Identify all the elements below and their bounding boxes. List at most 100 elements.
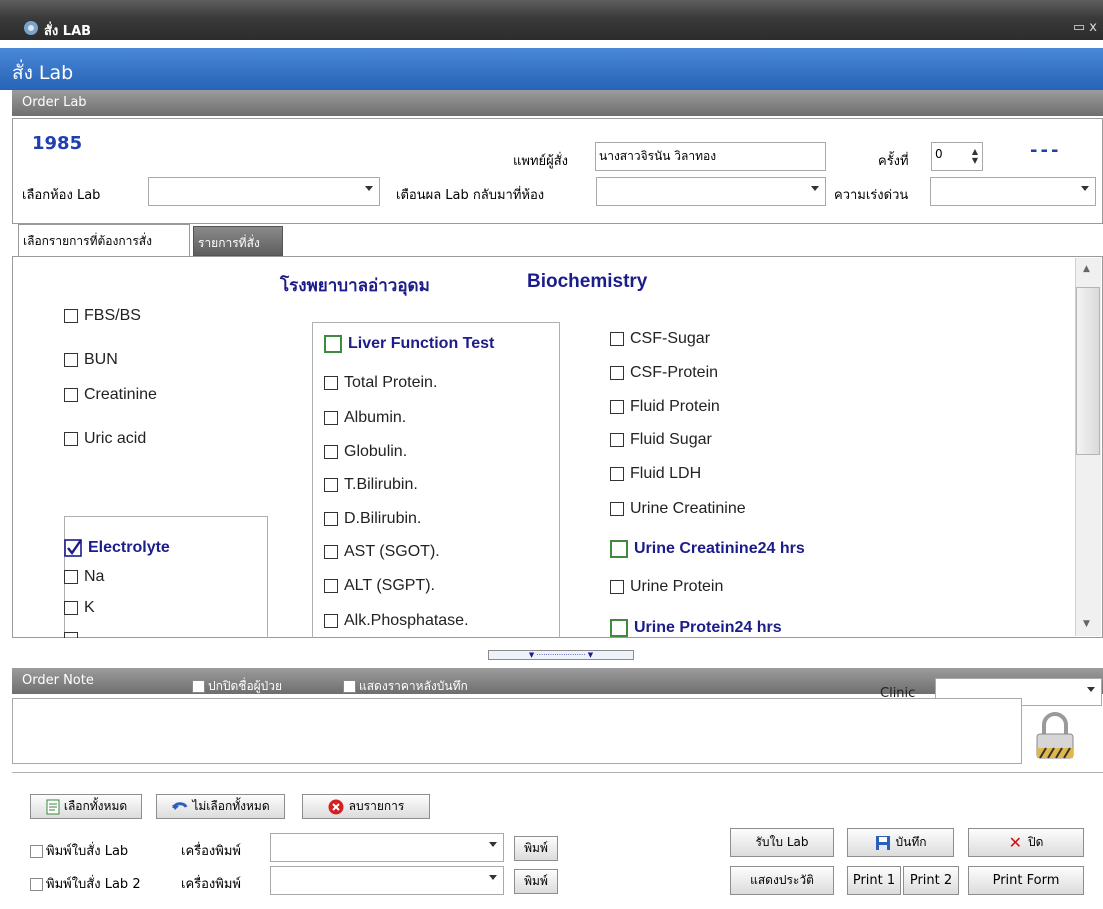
lab-checkbox-bun[interactable]: BUN [64,351,118,369]
checkbox-icon [64,309,78,323]
receive-lab-button[interactable]: รับใบ Lab [730,828,834,857]
lab-checkbox-uric-acid[interactable]: Uric acid [64,430,146,448]
scrollbar-thumb[interactable] [1076,287,1100,455]
lab-checkbox-csf-sugar[interactable]: CSF-Sugar [610,330,710,348]
printer-select-1[interactable] [270,833,504,862]
lab-checkbox-total-protein[interactable]: Total Protein. [324,374,437,392]
show-price-label: แสดงราคาหลังบันทึก [359,679,468,693]
scroll-up-icon[interactable]: ▲ [1083,264,1090,274]
printer-label: เครื่องพิมพ์ [181,844,241,859]
lab-checkbox-fluid-sugar[interactable]: Fluid Sugar [610,431,712,449]
urgency-label: ความเร่งด่วน [834,188,909,203]
lab-checkbox-d-bilirubin[interactable]: D.Bilirubin. [324,510,421,528]
print-form-button[interactable]: Print Form [968,866,1084,895]
save-button[interactable]: บันทึก [847,828,954,857]
checkbox-icon [324,579,338,593]
print-button-2[interactable]: พิมพ์ [514,869,558,894]
lab-checkbox-csf-protein[interactable]: CSF-Protein [610,364,718,382]
hide-name-label: ปกปิดชื่อผู้ป่วย [208,679,283,693]
doctor-field[interactable]: นางสาวจิรนัน วิลาทอง [595,142,826,171]
lab-checkbox-k[interactable]: K [64,599,95,617]
print-button-1[interactable]: พิมพ์ [514,836,558,861]
checkbox-icon [64,601,78,615]
deselect-all-button[interactable]: ไม่เลือกทั้งหมด [156,794,285,819]
lab-checkbox-urine-creatinine[interactable]: Urine Creatinine [610,500,746,518]
window-controls[interactable]: ▭ x [1073,20,1097,35]
printer-select-2[interactable] [270,866,504,895]
liver-header-checkbox[interactable]: Liver Function Test [324,335,494,353]
checkbox-icon [64,570,78,584]
order-lab-title: Order Lab [22,95,87,110]
checkbox-icon [64,388,78,402]
print1-button[interactable]: Print 1 [847,866,901,895]
partial-checkbox-icon [64,632,78,638]
print-lab2-checkbox[interactable]: พิมพ์ใบสั่ง Lab 2 [30,873,141,894]
electrolyte-header-checkbox[interactable]: Electrolyte [64,538,170,558]
lock-icon[interactable] [1032,710,1078,762]
lab-checkbox-urine-protein[interactable]: Urine Protein [610,578,723,596]
divider [12,772,1103,773]
lab-room-select[interactable] [148,177,380,206]
window-titlebar: สั่ง LAB ▭ x [0,0,1103,40]
lab-label: ALT (SGPT). [344,577,435,594]
tab-ordered-items[interactable]: รายการที่สั่ง [193,226,283,256]
checkbox-icon [610,433,624,447]
chevron-down-icon [1081,186,1089,191]
checked-box-icon [64,539,82,557]
lab-label: Urine Creatinine [630,500,746,517]
select-all-button[interactable]: เลือกทั้งหมด [30,794,142,819]
lab-label: Total Protein. [344,374,438,391]
show-history-button[interactable]: แสดงประวัติ [730,866,834,895]
lab-label: Na [84,568,105,585]
undo-arrow-icon [172,801,188,810]
hide-name-checkbox[interactable]: ปกปิดชื่อผู้ป่วย [192,677,282,696]
order-number: 1985 [32,133,83,154]
notify-select[interactable] [596,177,826,206]
lab-checkbox-fbs[interactable]: FBS/BS [64,307,141,325]
lab-checkbox-alt[interactable]: ALT (SGPT). [324,577,435,595]
urine-protein-24-checkbox[interactable]: Urine Protein24 hrs [610,619,782,637]
lab-label: K [84,599,95,616]
spinner-arrows-icon[interactable]: ▲ ▼ [972,147,978,165]
lab-checkbox-na[interactable]: Na [64,568,104,586]
lab-checkbox-alk-phosphatase[interactable]: Alk.Phosphatase. [324,612,469,630]
lab-checkbox-fluid-ldh[interactable]: Fluid LDH [610,465,701,483]
lab-checkbox-fluid-protein[interactable]: Fluid Protein [610,398,720,416]
print2-button[interactable]: Print 2 [903,866,959,895]
lab-checkbox-globulin[interactable]: Globulin. [324,443,407,461]
lab-checkbox-t-bilirubin[interactable]: T.Bilirubin. [324,476,418,494]
window-title: สั่ง LAB [44,24,92,39]
app-icon [24,21,38,35]
show-price-checkbox[interactable]: แสดงราคาหลังบันทึก [343,677,468,696]
lab-label: Uric acid [84,430,147,447]
lab-checkbox-creatinine[interactable]: Creatinine [64,386,157,404]
print-lab-checkbox[interactable]: พิมพ์ใบสั่ง Lab [30,840,128,861]
checkbox-icon [343,680,356,693]
print-lab-label: พิมพ์ใบสั่ง Lab [46,844,129,859]
urgency-select[interactable] [930,177,1096,206]
document-icon [46,799,60,814]
urine-creatinine-24-checkbox[interactable]: Urine Creatinine24 hrs [610,540,805,558]
lab-label: T.Bilirubin. [344,476,418,493]
times-value: 0 [935,147,943,161]
checkbox-icon [610,619,628,637]
tab-select-items[interactable]: เลือกรายการที่ต้องการสั่ง [18,224,190,256]
lab-checkbox-ast[interactable]: AST (SGOT). [324,543,440,561]
splitter-handle[interactable]: ▼ ······················ ▼ [488,650,634,660]
checkbox-icon [324,411,338,425]
notify-label: เตือนผล Lab กลับมาที่ห้อง [396,188,545,203]
lab-label: AST (SGOT). [344,543,440,560]
delete-x-icon [328,799,344,814]
order-note-textarea[interactable] [12,698,1022,764]
delete-items-label: ลบรายการ [348,799,405,813]
close-button[interactable]: ✕ ปิด [968,828,1084,857]
times-spinner[interactable]: 0 ▲ ▼ [931,142,983,171]
scroll-down-icon[interactable]: ▼ [1083,619,1090,629]
times-label: ครั้งที่ [878,154,909,169]
checkbox-icon [64,353,78,367]
delete-items-button[interactable]: ลบรายการ [302,794,430,819]
lab-checkbox-albumin[interactable]: Albumin. [324,409,406,427]
lab-label: Fluid Sugar [630,431,712,448]
checkbox-icon [610,580,624,594]
hospital-name: โรงพยาบาลอ่าวอุดม [280,276,430,296]
